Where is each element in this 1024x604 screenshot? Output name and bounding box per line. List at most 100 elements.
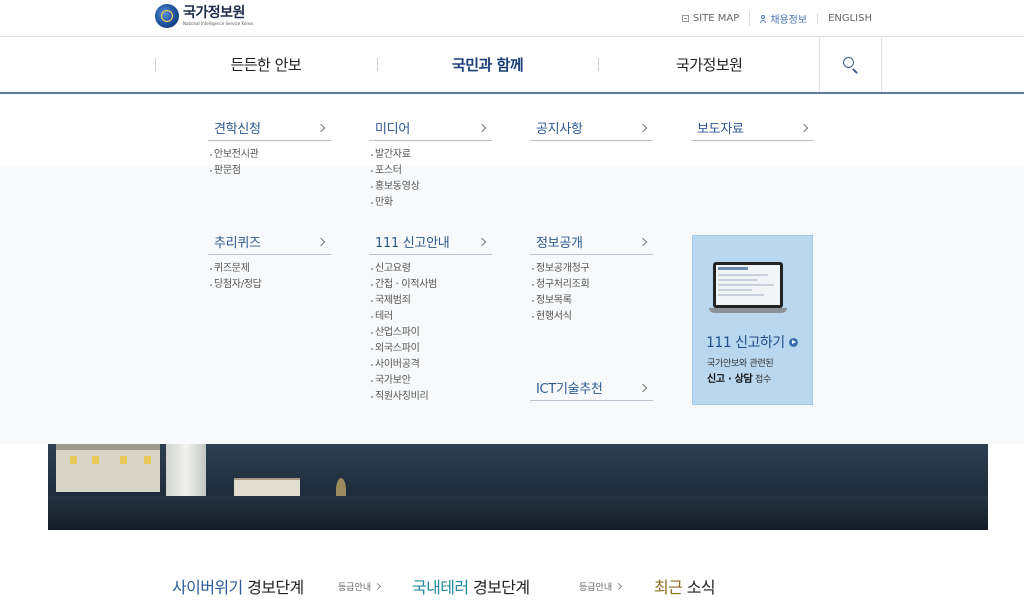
laptop-icon (709, 262, 787, 314)
submenu-item[interactable]: 국제범죄 (371, 293, 492, 309)
menu-heading-label: 공지사항 (536, 122, 583, 137)
submenu-item[interactable]: 직원사칭비리 (371, 389, 492, 405)
building-shape (56, 444, 160, 492)
menu-heading-report-guide[interactable]: 111 신고안내 (369, 229, 492, 255)
bottom-sections: 사이버위기 경보단계 등급안내 국내테러 경보단계 등급안내 최근 소식 (0, 560, 1024, 604)
menu-heading-quiz[interactable]: 추리퀴즈 (208, 229, 331, 255)
heading-rest: 경보단계 (468, 578, 530, 597)
cyber-grade-link[interactable]: 등급안내 (338, 580, 383, 593)
cyber-alert-heading: 사이버위기 경보단계 (172, 574, 304, 598)
menu-column-press: 보도자료 (691, 115, 814, 141)
menu-heading-label: 추리퀴즈 (214, 236, 261, 251)
report-111-promo[interactable]: 111 신고하기 국가안보와 관련된 신고 · 상담 접수 (692, 235, 813, 405)
submenu-item[interactable]: 당첨자/정답 (210, 277, 331, 293)
search-button[interactable] (819, 37, 882, 92)
hero-image (48, 444, 988, 530)
nav-item-nis[interactable]: 국가정보원 (598, 37, 820, 92)
menu-heading-media[interactable]: 미디어 (369, 115, 492, 141)
menu-heading-label: ICT기술추천 (536, 382, 603, 397)
chevron-right-icon (316, 123, 326, 132)
logo-texts: 국가정보원 National Intelligence Service Kore… (183, 6, 253, 26)
menu-heading-ict[interactable]: ICT기술추천 (530, 375, 653, 401)
sitemap-link[interactable]: SITE MAP (672, 13, 749, 24)
menu-column-tour: 견학신청 안보전시관 판문점 (208, 115, 331, 179)
submenu-list: 신고요령 간첩 · 이적사범 국제범죄 테러 산업스파이 외국스파이 사이버공격… (369, 261, 492, 405)
emblem-icon (155, 4, 179, 28)
submenu-item[interactable]: 정보공개청구 (532, 261, 653, 277)
mega-menu-background (0, 166, 1024, 444)
menu-heading-label: 111 신고안내 (375, 236, 450, 251)
chevron-right-icon (799, 123, 809, 132)
submenu-item[interactable]: 산업스파이 (371, 325, 492, 341)
submenu-item[interactable]: 국가보안 (371, 373, 492, 389)
submenu-item[interactable]: 만화 (371, 195, 492, 211)
submenu-item[interactable]: 신고요령 (371, 261, 492, 277)
menu-heading-press[interactable]: 보도자료 (691, 115, 814, 141)
submenu-item[interactable]: 청구처리조회 (532, 277, 653, 293)
sea-shape (48, 496, 988, 530)
menu-heading-label: 보도자료 (697, 122, 744, 137)
grade-link-label: 등급안내 (579, 583, 613, 593)
main-nav: 든든한 안보 국민과 함께 국가정보원 (0, 37, 1024, 92)
sitemap-label: SITE MAP (692, 13, 740, 24)
terror-alert-heading: 국내테러 경보단계 (412, 574, 530, 598)
search-icon (842, 56, 859, 73)
english-link[interactable]: ENGLISH (817, 13, 872, 24)
window-light (144, 456, 151, 464)
logo-subtitle: National Intelligence Service Korea (183, 21, 253, 26)
submenu-item[interactable]: 퀴즈문제 (210, 261, 331, 277)
recruit-label: 채용정보 (770, 15, 808, 26)
nav-item-security[interactable]: 든든한 안보 (155, 37, 377, 92)
promo-description-2: 신고 · 상담 접수 (707, 370, 771, 385)
submenu-item[interactable]: 홍보동영상 (371, 179, 492, 195)
submenu-list: 정보공개청구 청구처리조회 정보목록 현행서식 (530, 261, 653, 325)
menu-heading-notice[interactable]: 공지사항 (530, 115, 653, 141)
chevron-right-icon (638, 383, 648, 392)
site-logo[interactable]: 국가정보원 National Intelligence Service Kore… (155, 2, 253, 30)
window-light (70, 456, 77, 464)
menu-column-media: 미디어 발간자료 포스터 홍보동영상 만화 (369, 115, 492, 211)
submenu-list: 안보전시관 판문점 (208, 147, 331, 179)
grade-link-label: 등급안내 (338, 583, 372, 593)
submenu-list: 발간자료 포스터 홍보동영상 만화 (369, 147, 492, 211)
menu-heading-label: 견학신청 (214, 122, 261, 137)
heading-highlight: 사이버위기 (172, 578, 243, 597)
main-nav-items: 든든한 안보 국민과 함께 국가정보원 (155, 37, 820, 92)
menu-heading-tour[interactable]: 견학신청 (208, 115, 331, 141)
chevron-right-icon (477, 123, 487, 132)
chevron-right-icon (638, 237, 648, 246)
chevron-right-icon (316, 237, 326, 246)
arrow-circle-icon (788, 337, 798, 347)
promo-tail: 접수 (755, 375, 771, 385)
heading-highlight: 최근 (654, 578, 683, 597)
mega-menu: 견학신청 안보전시관 판문점 미디어 발간자료 포스터 홍보동영상 만화 공지사… (0, 94, 1024, 444)
person-icon (760, 14, 767, 23)
submenu-item[interactable]: 외국스파이 (371, 341, 492, 357)
submenu-item[interactable]: 안보전시관 (210, 147, 331, 163)
submenu-item[interactable]: 발간자료 (371, 147, 492, 163)
submenu-item[interactable]: 포스터 (371, 163, 492, 179)
submenu-list: 퀴즈문제 당첨자/정답 (208, 261, 331, 293)
heading-rest: 경보단계 (242, 578, 304, 597)
utility-links: SITE MAP 채용정보 ENGLISH (672, 11, 872, 26)
nav-item-with-citizens[interactable]: 국민과 함께 (376, 37, 599, 92)
recruit-link[interactable]: 채용정보 (749, 11, 817, 26)
menu-column-ict: ICT기술추천 (530, 375, 653, 401)
window-light (92, 456, 99, 464)
submenu-item[interactable]: 테러 (371, 309, 492, 325)
submenu-item[interactable]: 간첩 · 이적사범 (371, 277, 492, 293)
menu-column-notice: 공지사항 (530, 115, 653, 141)
chevron-right-icon (638, 123, 648, 132)
menu-heading-disclosure[interactable]: 정보공개 (530, 229, 653, 255)
menu-column-quiz: 추리퀴즈 퀴즈문제 당첨자/정답 (208, 229, 331, 293)
submenu-item[interactable]: 판문점 (210, 163, 331, 179)
submenu-item[interactable]: 정보목록 (532, 293, 653, 309)
chevron-right-icon (374, 582, 382, 591)
terror-grade-link[interactable]: 등급안내 (579, 580, 624, 593)
english-label: ENGLISH (828, 13, 872, 24)
building-roof (56, 444, 160, 450)
submenu-item[interactable]: 사이버공격 (371, 357, 492, 373)
lighthouse-shape (166, 444, 206, 502)
submenu-item[interactable]: 현행서식 (532, 309, 653, 325)
heading-highlight: 국내테러 (412, 578, 469, 597)
